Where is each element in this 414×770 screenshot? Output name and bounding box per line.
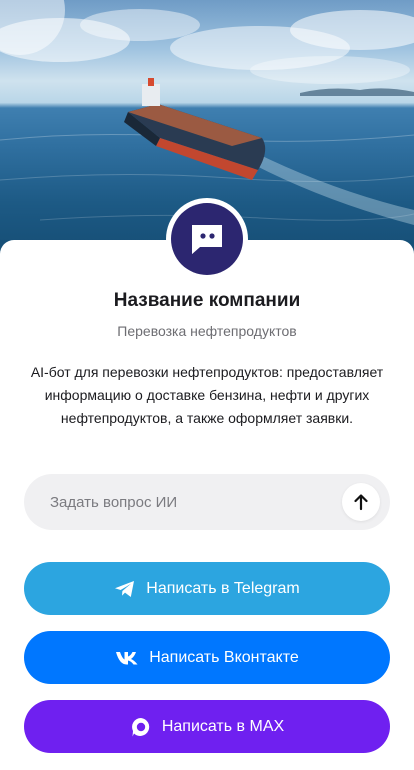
vk-button[interactable]: Написать Вконтакте [24,631,390,684]
telegram-button-label: Написать в Telegram [146,579,300,597]
max-icon [131,717,150,736]
avatar-circle [171,203,243,275]
company-subtitle: Перевозка нефтепродуктов [117,323,297,339]
company-description: AI-бот для перевозки нефтепродуктов: пре… [30,364,384,426]
vk-icon [116,651,138,664]
telegram-button[interactable]: Написать в Telegram [24,562,390,615]
chat-bubble-icon [192,225,222,254]
telegram-icon [115,580,135,597]
ask-ai-input[interactable] [48,492,342,512]
max-button-label: Написать в MAX [161,717,285,735]
avatar [166,198,248,280]
ask-ai-field[interactable] [24,474,390,530]
max-button[interactable]: Написать в MAX [24,700,390,753]
company-name: Название компании [113,290,301,311]
arrow-up-icon [354,494,368,511]
vk-button-label: Написать Вконтакте [149,648,299,666]
send-button[interactable] [342,483,380,521]
